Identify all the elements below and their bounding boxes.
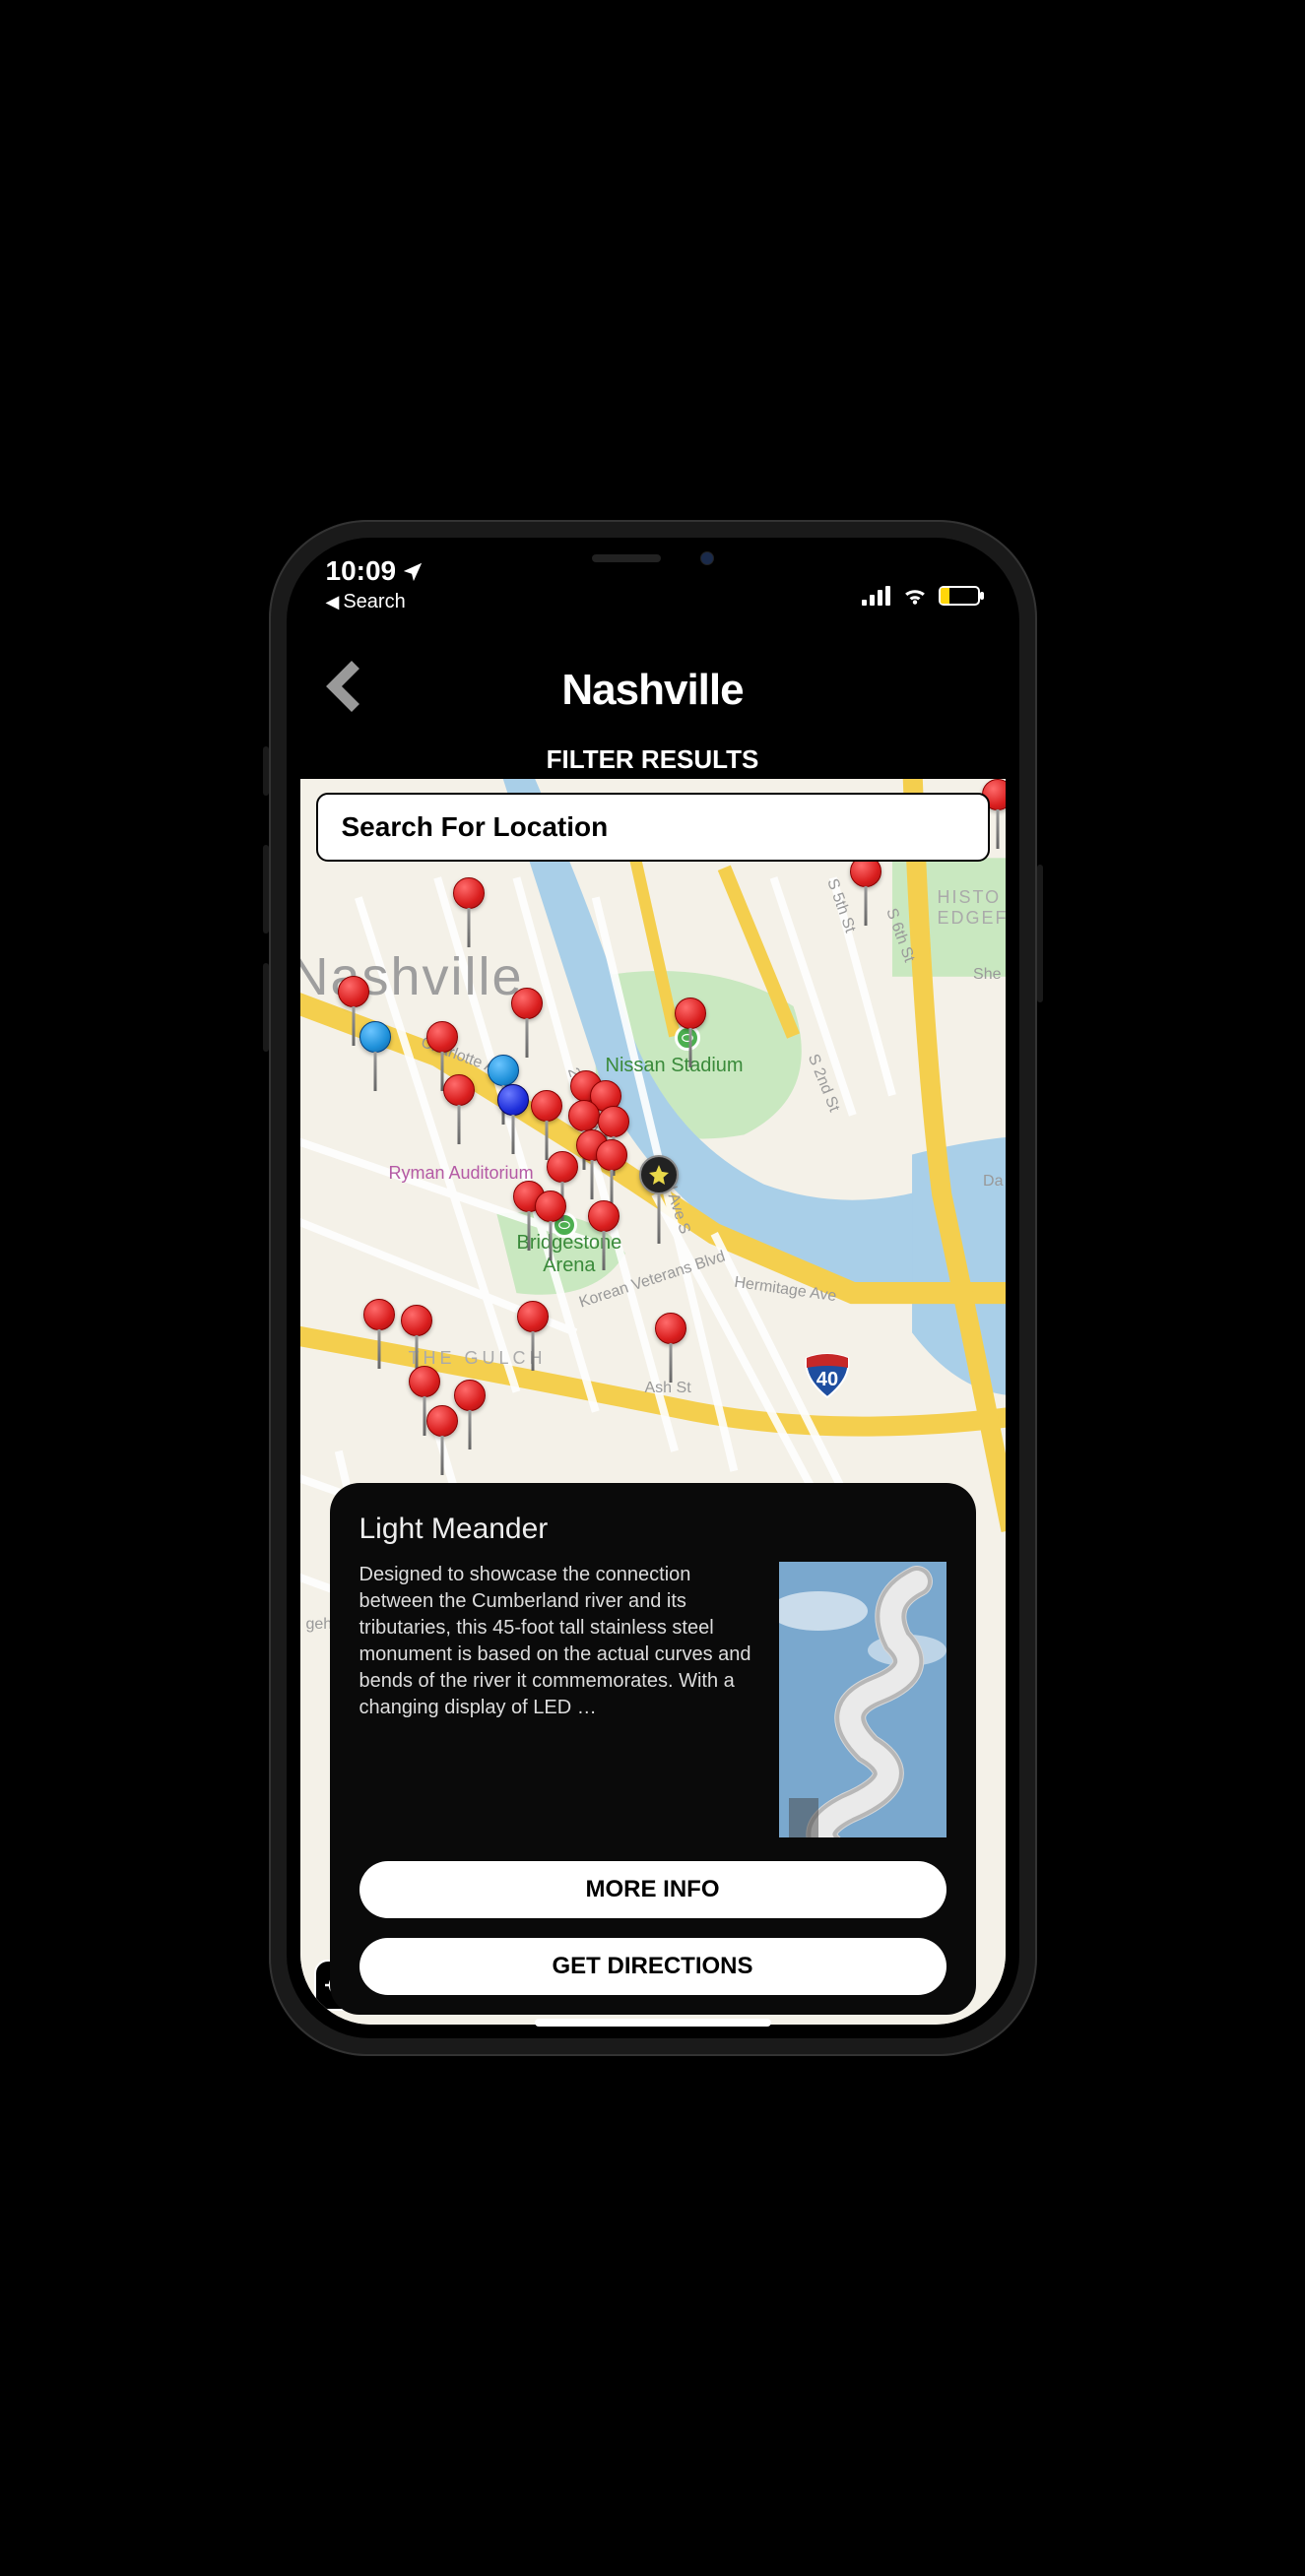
get-directions-button[interactable]: GET DIRECTIONS [359,1938,946,1995]
interstate-shield-icon: 40 [803,1350,852,1399]
battery-icon [939,586,980,606]
wifi-icon [901,585,929,607]
map-pin[interactable] [426,1405,458,1437]
back-chevron-icon[interactable] [316,660,369,713]
location-arrow-icon [402,560,424,582]
volume-up-button [263,845,269,934]
map-pin[interactable] [517,1301,549,1332]
map-pin[interactable] [443,1074,475,1106]
location-photo [779,1562,946,1837]
power-button [1037,865,1043,1002]
location-info-card: Light Meander Designed to showcase the c… [330,1483,976,2015]
poi-marker-stadium-icon [675,1025,700,1051]
mute-switch [263,746,269,796]
map-pin[interactable] [454,1380,486,1411]
cellular-icon [862,586,891,606]
map-pin[interactable] [675,998,706,1029]
map-pin[interactable] [596,1139,627,1171]
nav-header: Nashville FILTER RESULTS [287,636,1019,785]
map-neighborhood-edgefield: HISTOEDGEFI [937,887,1005,929]
filter-results-button[interactable]: FILTER RESULTS [316,744,990,775]
map-landmark-ryman: Ryman Auditorium [389,1163,534,1184]
map-landmark-bridgestone: BridgestoneArena [517,1232,622,1277]
back-to-app-label: Search [343,591,405,613]
map-pin[interactable] [588,1200,620,1232]
notch [515,538,791,579]
page-title: Nashville [316,666,990,715]
status-time: 10:09 [326,555,397,587]
road-label: Da [983,1173,1003,1191]
map-pin[interactable] [531,1090,562,1122]
map-pin-navy[interactable] [497,1084,529,1116]
svg-text:40: 40 [816,1369,837,1390]
search-location-field[interactable] [316,793,990,862]
location-description: Designed to showcase the connection betw… [359,1562,759,1837]
phone-frame: 10:09 ◀ Search Nashville [269,520,1037,2056]
location-title: Light Meander [359,1513,946,1546]
home-indicator[interactable] [535,2019,771,2027]
map-pin[interactable] [568,1100,600,1131]
map-pin-blue[interactable] [359,1021,391,1053]
map-pin[interactable] [409,1366,440,1397]
map-pin-selected[interactable] [639,1155,679,1194]
map-pin-blue[interactable] [488,1055,519,1086]
map-pin[interactable] [453,877,485,909]
map-pin[interactable] [363,1299,395,1330]
map-pin[interactable] [511,988,543,1019]
map-landmark-nissan: Nissan Stadium [606,1055,744,1077]
map-pin[interactable] [547,1151,578,1183]
map-pin[interactable] [426,1021,458,1053]
map-pin[interactable] [655,1313,686,1344]
search-input[interactable] [342,811,964,843]
map-pin[interactable] [535,1191,566,1222]
map-view[interactable]: Nashville Nissan Stadium BridgestoneAren… [300,779,1006,2025]
map-pin[interactable] [338,976,369,1007]
volume-down-button [263,963,269,1052]
map-pin[interactable] [401,1305,432,1336]
map-city-label: Nashville [300,946,524,1007]
back-to-app[interactable]: ◀ Search [326,591,424,613]
road-label: She [973,966,1001,984]
more-info-button[interactable]: MORE INFO [359,1861,946,1918]
screen: 10:09 ◀ Search Nashville [287,538,1019,2038]
